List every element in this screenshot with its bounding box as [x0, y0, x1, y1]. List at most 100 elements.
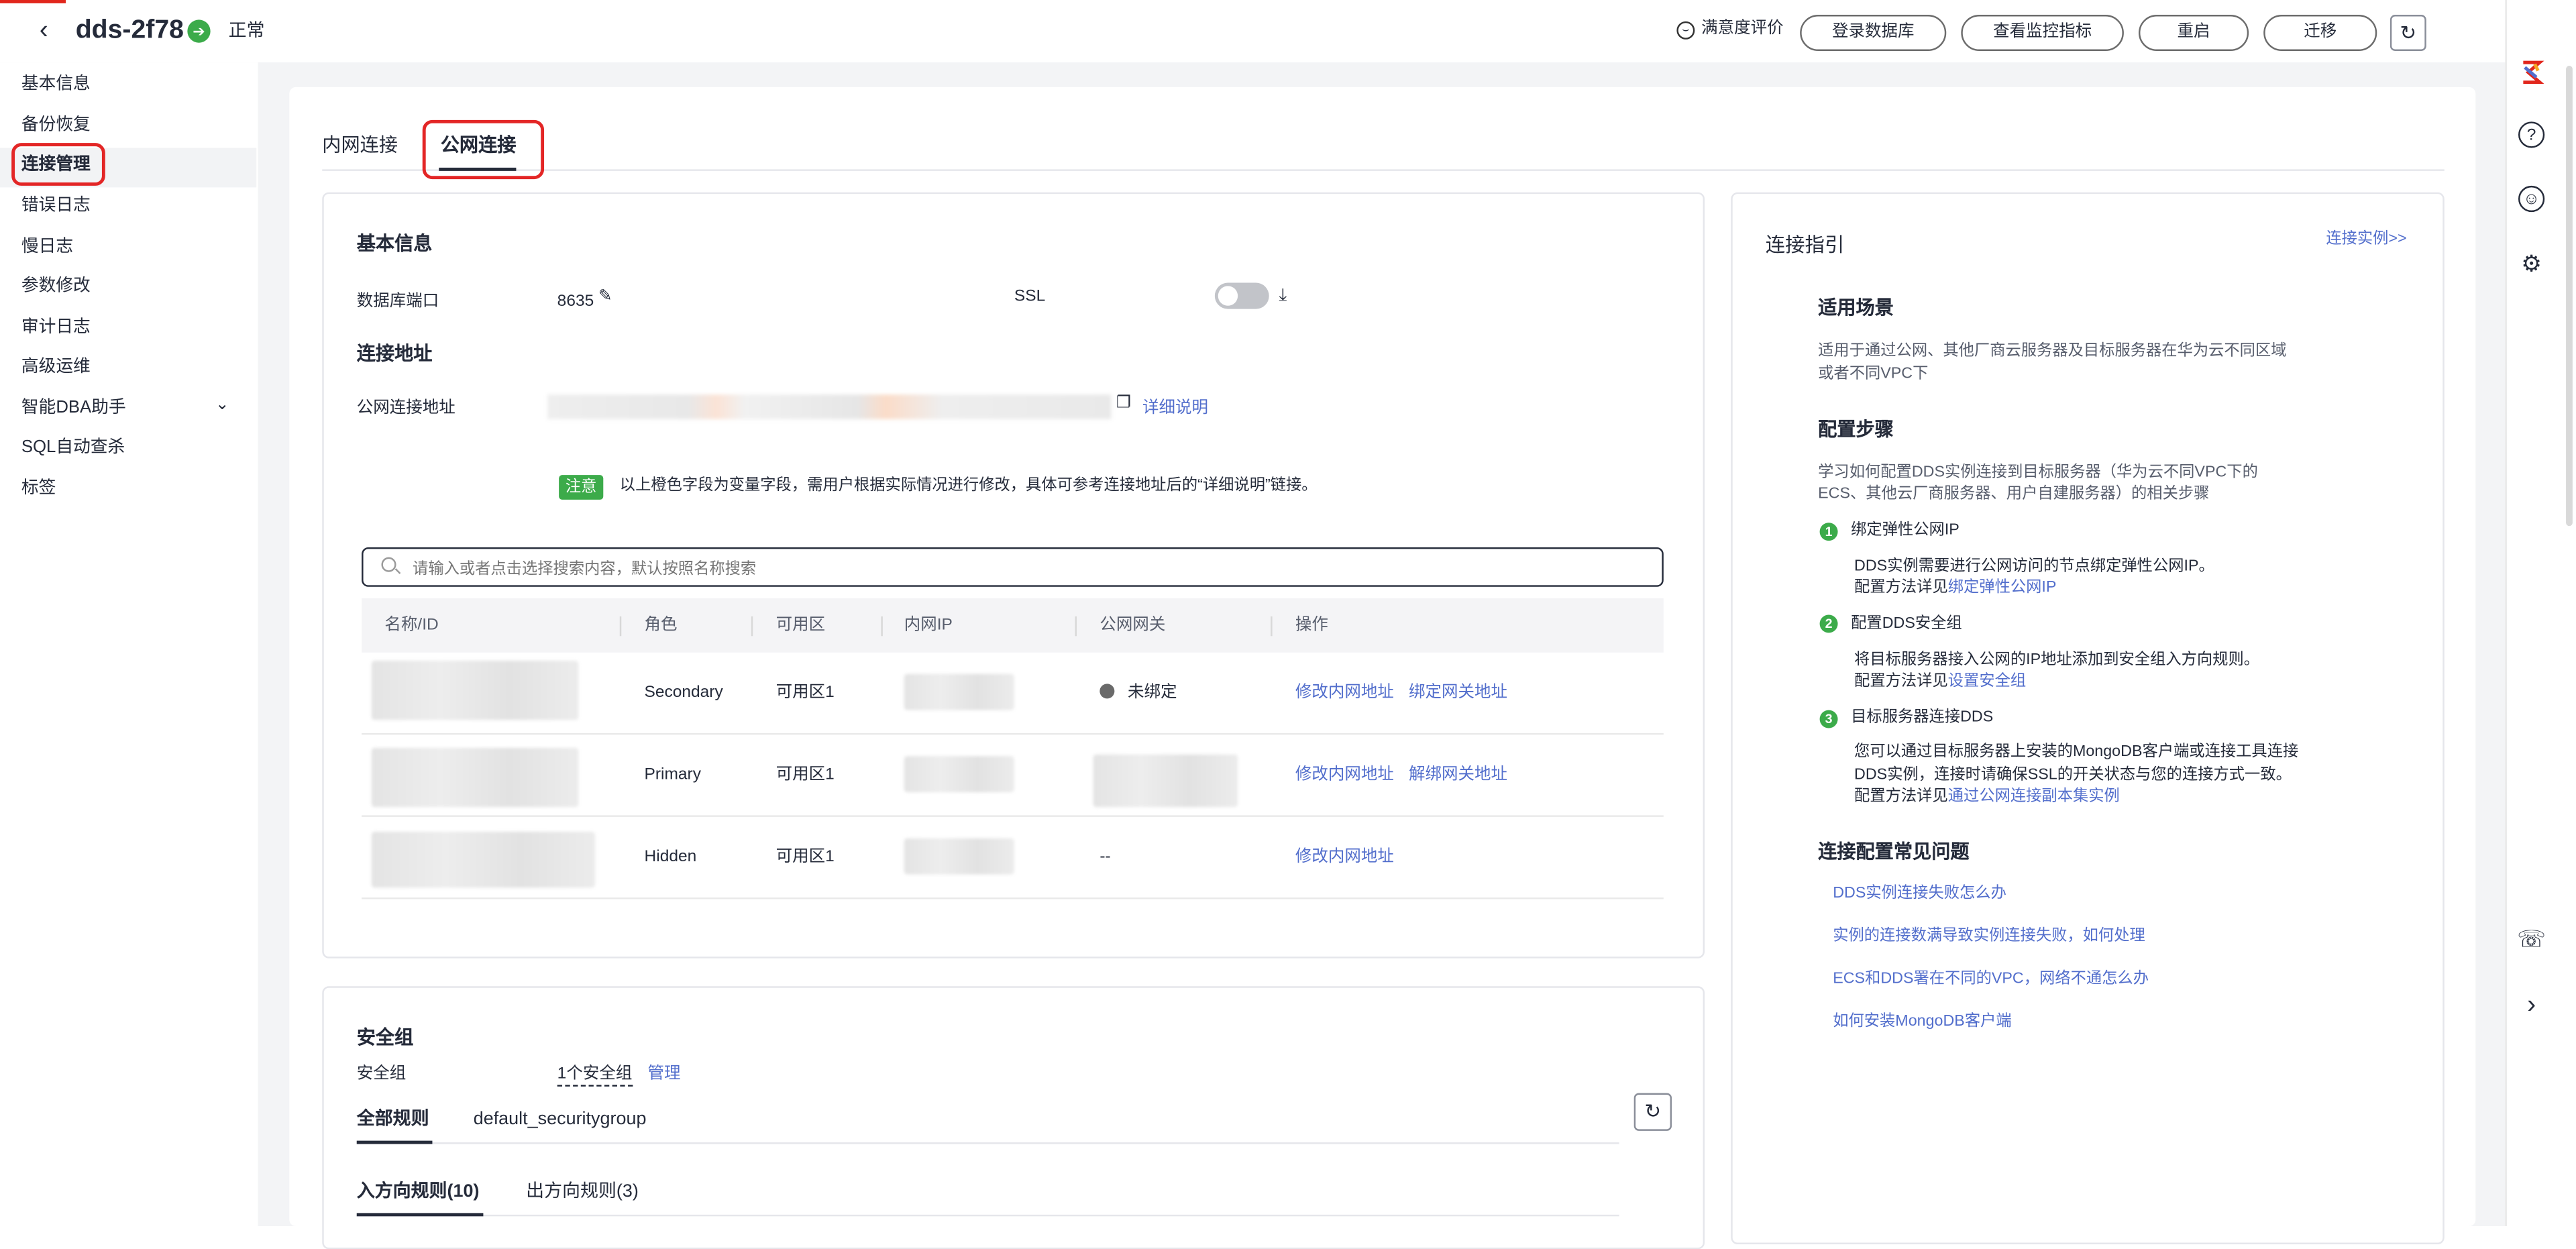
step-3-text-1: 您可以通过目标服务器上安装的MongoDB客户端或连接工具连接 [1854, 743, 2299, 761]
step-2-badge: 2 [1819, 614, 1838, 633]
step-3-ref-link[interactable]: 通过公网连接副本集实例 [1948, 788, 2120, 806]
tab-inbound-rules[interactable]: 入方向规则(10) [357, 1180, 480, 1203]
security-title: 安全组 [356, 1028, 414, 1049]
security-count[interactable]: 1个安全组 [557, 1063, 633, 1087]
brand-logo-icon[interactable] [2517, 58, 2546, 87]
sidebar-item-backup[interactable]: 备份恢复 [21, 113, 91, 136]
scenario-text-2: 或者不同VPC下 [1818, 364, 1929, 383]
row-divider [362, 732, 1664, 735]
help-icon[interactable]: ? [2518, 121, 2545, 148]
faq-link-4[interactable]: 如何安装MongoDB客户端 [1833, 1011, 2011, 1032]
security-label: 安全组 [356, 1065, 407, 1083]
unbound-icon [1099, 684, 1115, 699]
customer-service-icon[interactable]: ☏ [2517, 924, 2546, 953]
migrate-button[interactable]: 迁移 [2263, 15, 2377, 51]
step-3-ref-prefix: 配置方法详见 [1854, 787, 1948, 806]
sidebar-item-params[interactable]: 参数修改 [21, 274, 91, 297]
security-manage-link[interactable]: 管理 [647, 1063, 680, 1085]
node-private-ip [904, 673, 1014, 710]
node-az: 可用区1 [775, 684, 835, 702]
connect-example-link[interactable]: 连接实例>> [2326, 229, 2406, 250]
ssl-toggle[interactable] [1214, 282, 1269, 309]
step-3-badge: 3 [1819, 710, 1838, 728]
col-sep [619, 616, 622, 637]
node-role: Hidden [644, 848, 697, 867]
node-az: 可用区1 [775, 848, 835, 867]
top-bar [0, 0, 2506, 64]
detail-link[interactable]: 详细说明 [1142, 398, 1208, 419]
sidebar-item-audit-log[interactable]: 审计日志 [21, 315, 91, 338]
edit-icon[interactable]: ✎ [598, 288, 612, 306]
sg-tab-underline [356, 1140, 433, 1144]
satisfaction-label: 满意度评价 [1701, 19, 1784, 38]
tab-default-sg[interactable]: default_securitygroup [474, 1108, 647, 1131]
col-sep [751, 616, 753, 637]
guide-title: 连接指引 [1765, 233, 1845, 257]
step-1-title: 绑定弹性公网IP [1851, 521, 1960, 539]
satisfaction-link[interactable]: ⌣ 满意度评价 [1676, 18, 1784, 41]
col-ops: 操作 [1295, 616, 1328, 635]
col-name[interactable]: 名称/ID [384, 614, 438, 636]
sidebar-item-advanced-ops[interactable]: 高级运维 [21, 355, 91, 378]
login-db-button[interactable]: 登录数据库 [1800, 15, 1947, 51]
node-name-id [371, 747, 579, 808]
faq-link-3[interactable]: ECS和DDS署在不同的VPC，网络不通怎么办 [1833, 968, 2149, 989]
steps-intro-1: 学习如何配置DDS实例连接到目标服务器（华为云不同VPC下的 [1818, 464, 2258, 482]
table-header [362, 598, 1664, 653]
col-az: 可用区 [775, 616, 826, 635]
steps-title: 配置步骤 [1818, 421, 1894, 441]
step-1-text: DDS实例需要进行公网访问的节点绑定弹性公网IP。 [1854, 557, 2214, 576]
back-arrow-icon[interactable]: ‹ [40, 17, 62, 46]
step-1-ref-link[interactable]: 绑定弹性公网IP [1948, 579, 2057, 597]
copy-icon[interactable]: ❐ [1116, 394, 1131, 413]
modify-private-ip-link[interactable]: 修改内网地址 [1295, 847, 1394, 868]
status-ok-icon: ➔ [187, 19, 211, 43]
db-port-label: 数据库端口 [356, 292, 439, 311]
step-2-ref: 配置方法详见设置安全组 [1854, 671, 2026, 693]
left-nav: 基本信息 备份恢复 连接管理 错误日志 慢日志 参数修改 审计日志 高级运维 智… [0, 62, 260, 1226]
bind-gateway-link[interactable]: 绑定网关地址 [1409, 682, 1507, 704]
settings-gear-icon[interactable]: ⚙ [2517, 248, 2546, 278]
sidebar-item-basic-info[interactable]: 基本信息 [21, 72, 91, 95]
chevron-right-icon[interactable]: › [2517, 991, 2546, 1021]
sidebar-item-tags[interactable]: 标签 [21, 477, 56, 500]
sidebar-item-sql-kill[interactable]: SQL自动查杀 [21, 435, 125, 458]
faq-link-2[interactable]: 实例的连接数满导致实例连接失败，如何处理 [1833, 926, 2145, 947]
chevron-down-icon[interactable]: ⌄ [215, 396, 229, 415]
node-gateway-ip [1093, 754, 1238, 808]
step-3-title: 目标服务器连接DDS [1851, 708, 1994, 727]
faq-link-1[interactable]: DDS实例连接失败怎么办 [1833, 883, 2006, 904]
modify-private-ip-link[interactable]: 修改内网地址 [1295, 764, 1394, 785]
basic-info-title: 基本信息 [356, 235, 433, 255]
step-2-ref-link[interactable]: 设置安全组 [1948, 672, 2026, 690]
unbind-gateway-link[interactable]: 解绑网关地址 [1409, 764, 1507, 785]
tab-outbound-rules[interactable]: 出方向规则(3) [526, 1180, 639, 1203]
instance-status: 正常 [228, 21, 265, 42]
public-address-label: 公网连接地址 [356, 399, 455, 418]
search-input[interactable] [409, 553, 1633, 584]
download-icon[interactable]: ⤓ [1279, 286, 1287, 307]
scenario-text-1: 适用于通过公网、其他厂商云服务器及目标服务器在华为云不同区域 [1818, 341, 2287, 360]
modify-private-ip-link[interactable]: 修改内网地址 [1295, 682, 1394, 704]
nav-highlight-box [11, 143, 105, 186]
tab-all-rules[interactable]: 全部规则 [357, 1108, 429, 1131]
restart-button[interactable]: 重启 [2138, 15, 2249, 51]
step-2-ref-prefix: 配置方法详见 [1854, 672, 1948, 691]
sidebar-item-dba-assistant[interactable]: 智能DBA助手 [21, 396, 126, 419]
refresh-icon[interactable]: ↻ [2390, 15, 2426, 51]
node-name-id [371, 831, 596, 888]
page-scrollbar[interactable] [2566, 66, 2573, 527]
sidebar-item-error-log[interactable]: 错误日志 [21, 194, 91, 217]
sidebar-item-slow-log[interactable]: 慢日志 [21, 235, 73, 258]
feedback-smile-icon[interactable]: ☺ [2518, 185, 2545, 213]
tab-private-connection[interactable]: 内网连接 [322, 135, 398, 158]
step-1-badge: 1 [1819, 523, 1838, 541]
instance-name: dds-2f78 [75, 16, 184, 45]
search-icon [381, 557, 396, 572]
node-gateway: -- [1099, 848, 1111, 867]
view-metrics-button[interactable]: 查看监控指标 [1961, 15, 2124, 51]
security-refresh-icon[interactable]: ↻ [1633, 1093, 1672, 1131]
search-box[interactable] [362, 547, 1664, 587]
row-divider [362, 897, 1664, 900]
ssl-label: SSL [1014, 287, 1046, 306]
